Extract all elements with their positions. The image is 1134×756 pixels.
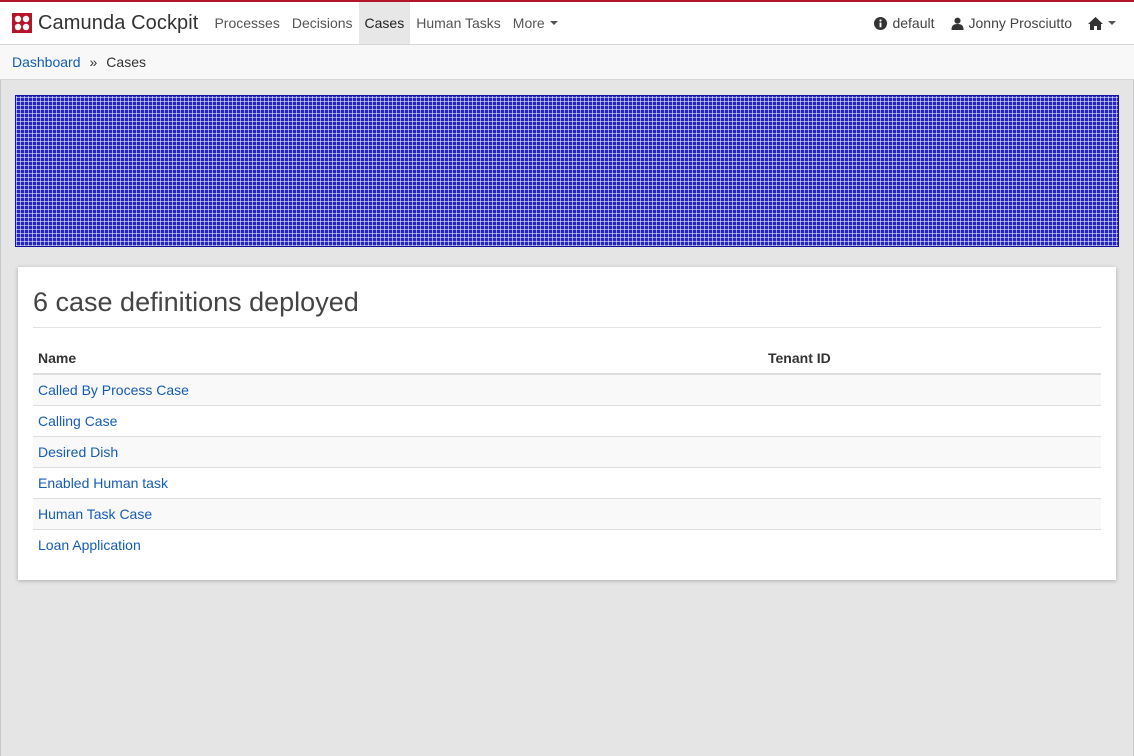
brand-link[interactable]: Camunda Cockpit xyxy=(0,2,208,44)
table-row: Loan Application xyxy=(33,529,1101,560)
engine-label: default xyxy=(892,15,935,31)
table-row: Enabled Human task xyxy=(33,467,1101,499)
breadcrumb-current: Cases xyxy=(106,54,146,70)
user-menu[interactable]: Jonny Prosciutto xyxy=(943,2,1081,44)
case-definitions-panel: 6 case definitions deployed Name Tenant … xyxy=(18,267,1116,580)
case-definition-link[interactable]: Desired Dish xyxy=(38,444,118,460)
nav-processes[interactable]: Processes xyxy=(208,2,285,44)
case-definition-link[interactable]: Called By Process Case xyxy=(38,382,189,398)
table-cell-name: Human Task Case xyxy=(33,498,763,530)
column-header-tenant-id[interactable]: Tenant ID xyxy=(763,343,1101,375)
nav-decisions[interactable]: Decisions xyxy=(286,2,359,44)
table-cell-name: Called By Process Case xyxy=(33,374,763,406)
top-navbar: Camunda Cockpit Processes Decisions Case… xyxy=(0,0,1134,45)
table-row: Human Task Case xyxy=(33,498,1101,530)
table-cell-name: Desired Dish xyxy=(33,436,763,468)
nav-human-tasks-label: Human Tasks xyxy=(416,15,501,31)
nav-cases[interactable]: Cases xyxy=(358,2,411,44)
table-cell-tenant xyxy=(763,374,1101,406)
table-cell-name: Enabled Human task xyxy=(33,467,763,499)
home-menu[interactable] xyxy=(1080,2,1124,44)
case-definition-link[interactable]: Enabled Human task xyxy=(38,475,168,491)
chevron-down-icon xyxy=(549,21,558,25)
table-cell-tenant xyxy=(763,436,1101,468)
table-cell-name: Loan Application xyxy=(33,529,763,560)
camunda-logo-icon xyxy=(12,13,32,33)
nav-decisions-label: Decisions xyxy=(291,15,353,31)
nav-cases-label: Cases xyxy=(364,15,405,31)
table-cell-name: Calling Case xyxy=(33,405,763,437)
column-header-name[interactable]: Name xyxy=(33,343,763,375)
table-cell-tenant xyxy=(763,405,1101,437)
table-row: Calling Case xyxy=(33,405,1101,437)
home-icon xyxy=(1088,16,1103,30)
main-nav: Processes Decisions Cases Human Tasks Mo… xyxy=(208,2,563,44)
table-header-row: Name Tenant ID xyxy=(33,343,1101,375)
user-label: Jonny Prosciutto xyxy=(968,15,1073,31)
case-definition-link[interactable]: Loan Application xyxy=(38,537,141,553)
info-icon xyxy=(874,16,888,30)
diagram-pattern-area xyxy=(15,95,1119,247)
table-cell-tenant xyxy=(763,529,1101,560)
case-definition-link[interactable]: Human Task Case xyxy=(38,506,152,522)
nav-right: default Jonny Prosciutto xyxy=(866,2,1134,44)
breadcrumb-separator: » xyxy=(89,54,98,70)
engine-selector[interactable]: default xyxy=(866,2,942,44)
case-definitions-table: Name Tenant ID Called By Process Case Ca… xyxy=(33,343,1101,560)
nav-human-tasks[interactable]: Human Tasks xyxy=(410,2,507,44)
nav-more-label: More xyxy=(512,15,545,31)
page-title: 6 case definitions deployed xyxy=(33,267,1101,328)
case-definition-link[interactable]: Calling Case xyxy=(38,413,117,429)
brand-title: Camunda Cockpit xyxy=(38,11,199,34)
table-row: Desired Dish xyxy=(33,436,1101,468)
breadcrumb-dashboard-link[interactable]: Dashboard xyxy=(12,54,81,70)
nav-processes-label: Processes xyxy=(214,15,280,31)
chevron-down-icon xyxy=(1108,21,1116,25)
breadcrumb: Dashboard » Cases xyxy=(0,45,1134,80)
table-cell-tenant xyxy=(763,467,1101,499)
user-icon xyxy=(950,17,964,30)
table-cell-tenant xyxy=(763,498,1101,530)
nav-more-dropdown[interactable]: More xyxy=(507,2,564,44)
table-row: Called By Process Case xyxy=(33,374,1101,406)
